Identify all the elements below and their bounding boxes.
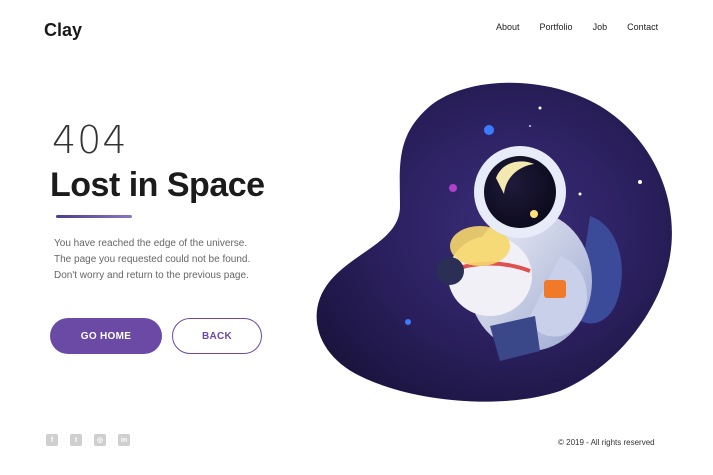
- visor-light: [530, 210, 538, 218]
- linkedin-icon[interactable]: in: [118, 434, 130, 446]
- twitter-icon[interactable]: t: [70, 434, 82, 446]
- page-title: Lost in Space: [50, 166, 265, 204]
- star-dot: [578, 192, 582, 196]
- error-content: 404 Lost in Space You have reached the e…: [14, 70, 332, 390]
- copyright-text: © 2019 - All rights reserved: [558, 438, 655, 447]
- social-links: f t ◎ in: [46, 434, 130, 446]
- description-line: The page you requested could not be foun…: [54, 254, 251, 265]
- astronaut-glove: [436, 257, 464, 285]
- nav-contact-link[interactable]: Contact: [621, 16, 664, 38]
- error-description: You have reached the edge of the univers…: [54, 236, 266, 284]
- action-buttons: GO HOME BACK: [50, 318, 262, 354]
- star-dot: [405, 319, 411, 325]
- error-code: 404: [52, 118, 128, 162]
- description-line: You have reached the edge of the univers…: [54, 238, 248, 249]
- description-line: Don't worry and return to the previous p…: [54, 270, 249, 281]
- nav-job-link[interactable]: Job: [587, 16, 614, 38]
- back-button[interactable]: BACK: [172, 318, 262, 354]
- astronaut-svg: [316, 82, 672, 402]
- go-home-button[interactable]: GO HOME: [50, 318, 162, 354]
- astronaut-illustration: [300, 66, 685, 402]
- main-nav: About Portfolio Job Contact: [490, 16, 664, 38]
- page: Clay About Portfolio Job Contact 404 Los…: [0, 0, 713, 475]
- star-dot: [529, 125, 531, 127]
- star-dot: [638, 180, 642, 184]
- instagram-icon[interactable]: ◎: [94, 434, 106, 446]
- star-dot: [449, 184, 457, 192]
- nav-about-link[interactable]: About: [490, 16, 526, 38]
- footer: f t ◎ in © 2019 - All rights reserved: [18, 402, 698, 470]
- star-dot: [538, 106, 542, 110]
- header: Clay About Portfolio Job Contact: [12, 4, 687, 60]
- star-dot: [484, 125, 494, 135]
- logo[interactable]: Clay: [26, 12, 100, 48]
- title-divider: [56, 215, 132, 218]
- nav-portfolio-link[interactable]: Portfolio: [534, 16, 579, 38]
- facebook-icon[interactable]: f: [46, 434, 58, 446]
- arm-patch: [544, 280, 566, 298]
